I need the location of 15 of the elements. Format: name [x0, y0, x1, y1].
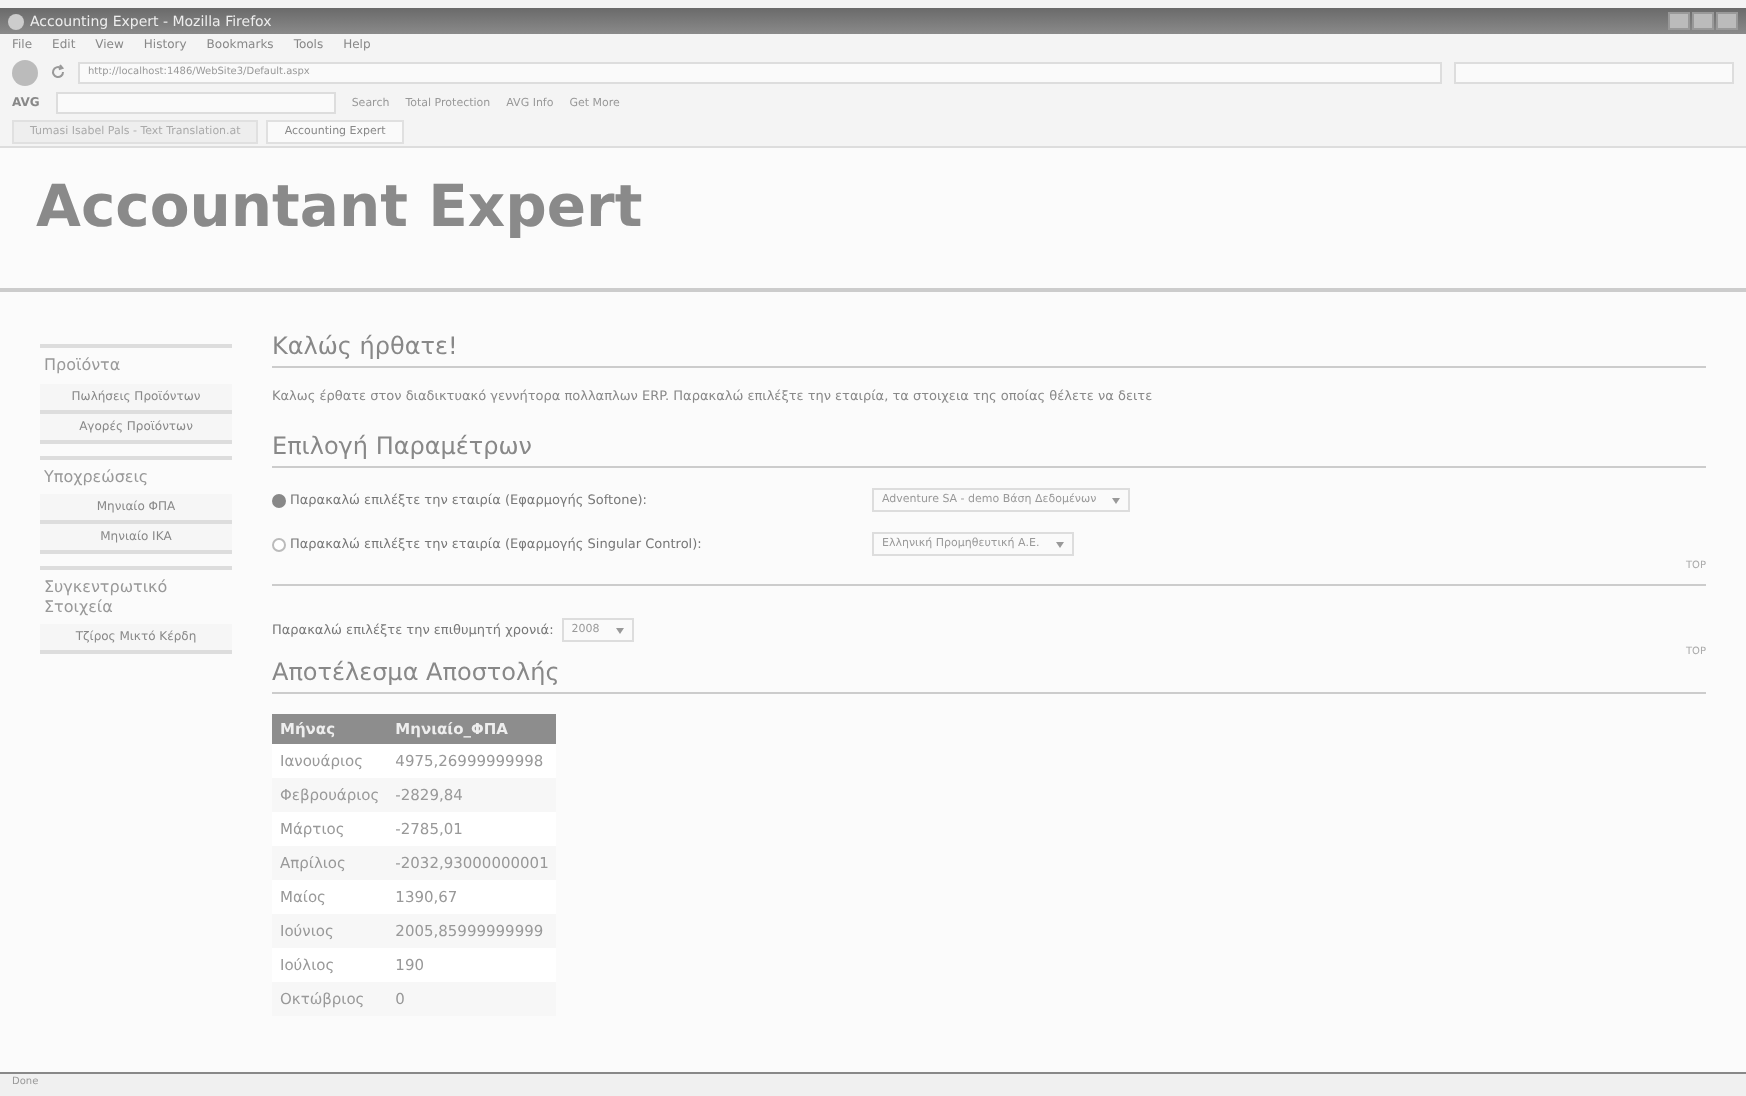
- back-button[interactable]: [12, 59, 38, 85]
- reload-icon[interactable]: [50, 64, 66, 80]
- section-heading: Επιλογή Παραμέτρων: [272, 432, 1706, 468]
- search-field[interactable]: [1454, 61, 1734, 83]
- dropdown-arrow-icon: [1112, 497, 1121, 503]
- radio-icon[interactable]: [272, 537, 286, 551]
- section-heading: Αποτέλεσμα Αποστολής: [272, 658, 1706, 694]
- dropdown-arrow-icon: [1055, 541, 1064, 547]
- browser-icon: [8, 13, 24, 29]
- dropdown-arrow-icon: [615, 627, 624, 633]
- section-heading: Καλώς ήρθατε!: [272, 332, 1706, 368]
- window-controls-icon[interactable]: [1668, 12, 1738, 30]
- toolbar-search-field[interactable]: [55, 92, 336, 114]
- site-title: Accountant Expert: [36, 172, 643, 240]
- radio-icon[interactable]: [272, 493, 286, 507]
